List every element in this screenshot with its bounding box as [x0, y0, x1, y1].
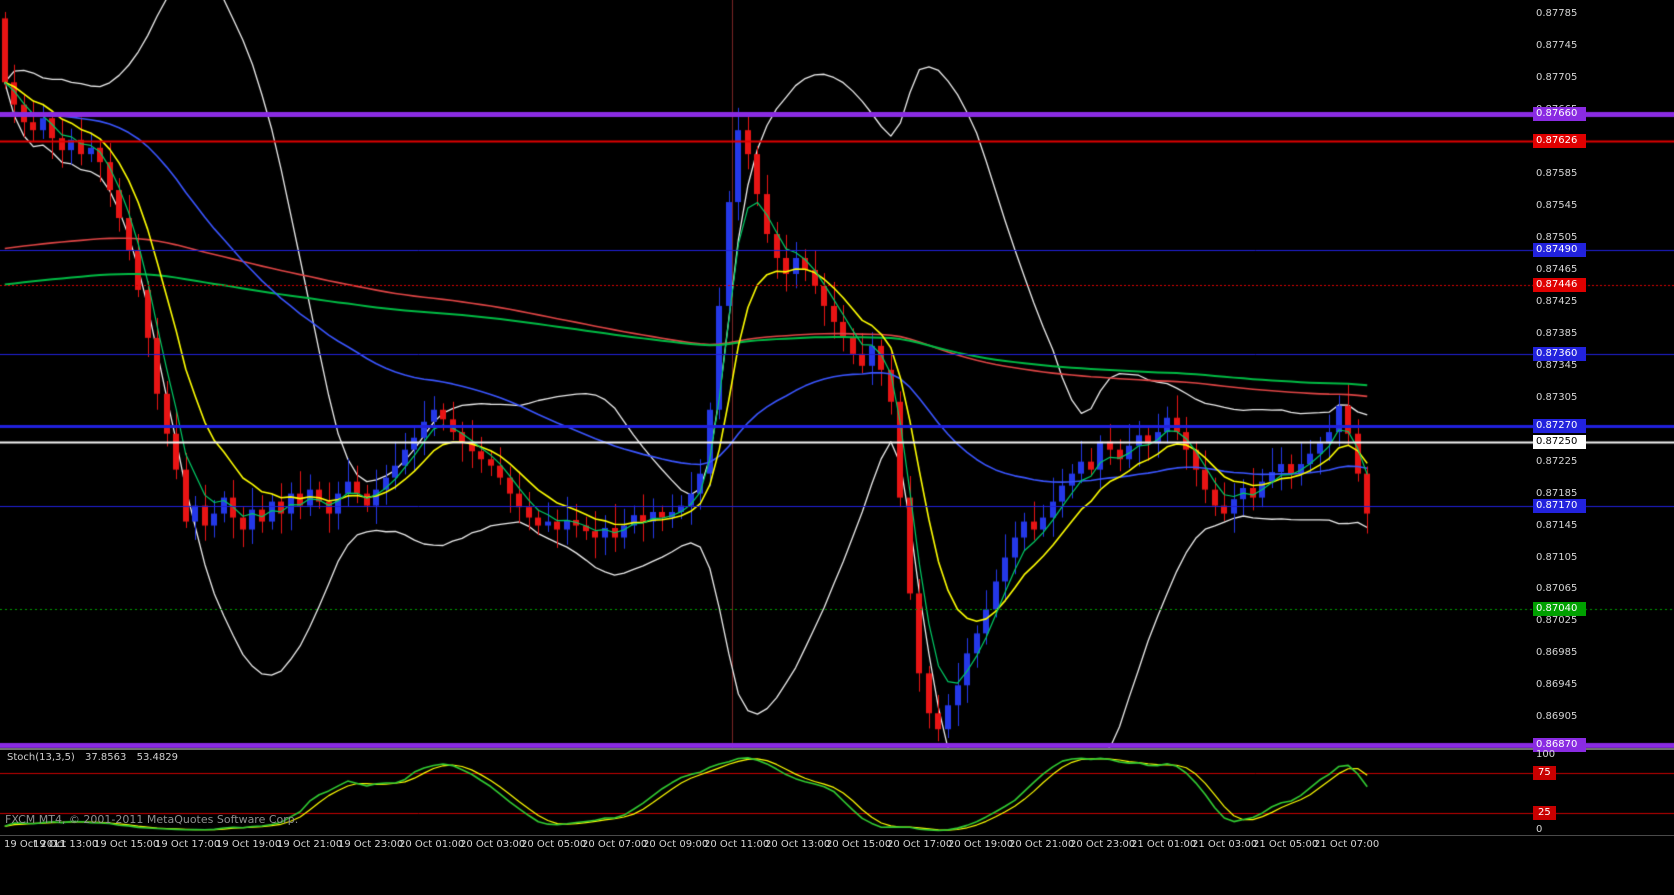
- panel-separator[interactable]: [0, 748, 1674, 750]
- price-tick-label: 0.87305: [1536, 392, 1577, 404]
- price-tag: 0.87270: [1533, 419, 1586, 433]
- price-tick-label: 0.87785: [1536, 8, 1577, 20]
- price-axis[interactable]: 0.877850.877450.877050.876650.876250.875…: [1532, 0, 1674, 750]
- time-axis-label: 19 Oct 15:00: [94, 839, 159, 850]
- time-axis-label: 20 Oct 05:00: [521, 839, 586, 850]
- price-tick-label: 0.87065: [1536, 583, 1577, 595]
- time-axis-label: 19 Oct 19:00: [216, 839, 281, 850]
- time-axis-label: 19 Oct 21:00: [277, 839, 342, 850]
- price-tick-label: 0.87385: [1536, 328, 1577, 340]
- price-tick-label: 0.87745: [1536, 40, 1577, 52]
- price-tag: 0.87040: [1533, 602, 1586, 616]
- stoch-scale-min-label: 0: [1536, 824, 1542, 835]
- copyright-watermark: FXCM MT4, © 2001-2011 MetaQuotes Softwar…: [5, 813, 298, 826]
- price-chart-canvas[interactable]: [0, 0, 1674, 750]
- mt4-chart-window: 0.877850.877450.877050.876650.876250.875…: [0, 0, 1674, 895]
- price-tag: 0.87446: [1533, 278, 1586, 292]
- time-axis-label: 20 Oct 11:00: [704, 839, 769, 850]
- price-tag: 0.87626: [1533, 134, 1586, 148]
- price-tick-label: 0.87585: [1536, 168, 1577, 180]
- time-axis-label: 21 Oct 05:00: [1253, 839, 1318, 850]
- time-axis[interactable]: 19 Oct 201119 Oct 13:0019 Oct 15:0019 Oc…: [0, 836, 1674, 860]
- price-tag: 0.87170: [1533, 499, 1586, 513]
- time-axis-label: 20 Oct 03:00: [460, 839, 525, 850]
- price-tick-label: 0.86985: [1536, 647, 1577, 659]
- time-axis-label: 19 Oct 13:00: [33, 839, 98, 850]
- time-axis-label: 20 Oct 13:00: [765, 839, 830, 850]
- time-axis-label: 20 Oct 23:00: [1070, 839, 1135, 850]
- price-tick-label: 0.87345: [1536, 360, 1577, 372]
- time-axis-label: 19 Oct 23:00: [338, 839, 403, 850]
- price-tick-label: 0.87425: [1536, 296, 1577, 308]
- price-tick-label: 0.87545: [1536, 200, 1577, 212]
- time-axis-label: 20 Oct 09:00: [643, 839, 708, 850]
- time-axis-label: 20 Oct 21:00: [1009, 839, 1074, 850]
- stoch-level-tag: 25: [1533, 806, 1556, 820]
- time-axis-label: 20 Oct 01:00: [399, 839, 464, 850]
- stoch-main-value: 37.8563: [85, 752, 126, 763]
- price-tag: 0.87490: [1533, 243, 1586, 257]
- price-tag: 0.87360: [1533, 347, 1586, 361]
- stoch-indicator-label: Stoch(13,3,5) 37.8563 53.4829: [7, 752, 178, 763]
- price-tick-label: 0.87105: [1536, 552, 1577, 564]
- time-axis-label: 19 Oct 17:00: [155, 839, 220, 850]
- price-tick-label: 0.87025: [1536, 615, 1577, 627]
- time-axis-label: 20 Oct 15:00: [826, 839, 891, 850]
- price-tick-label: 0.87705: [1536, 72, 1577, 84]
- time-axis-label: 20 Oct 17:00: [887, 839, 952, 850]
- stoch-signal-value: 53.4829: [137, 752, 178, 763]
- stoch-level-tag: 75: [1533, 766, 1556, 780]
- price-tick-label: 0.86905: [1536, 711, 1577, 723]
- price-tick-label: 0.87465: [1536, 264, 1577, 276]
- time-axis-label: 21 Oct 01:00: [1131, 839, 1196, 850]
- price-tag: 0.87660: [1533, 107, 1586, 121]
- stoch-indicator-name: Stoch(13,3,5): [7, 752, 75, 763]
- time-axis-label: 21 Oct 03:00: [1192, 839, 1257, 850]
- time-axis-label: 20 Oct 19:00: [948, 839, 1013, 850]
- price-tick-label: 0.87225: [1536, 456, 1577, 468]
- price-tag: 0.87250: [1533, 435, 1586, 449]
- stoch-scale-max-label: 100: [1536, 749, 1555, 760]
- price-tick-label: 0.87145: [1536, 520, 1577, 532]
- time-axis-label: 21 Oct 07:00: [1314, 839, 1379, 850]
- time-axis-label: 20 Oct 07:00: [582, 839, 647, 850]
- price-tick-label: 0.86945: [1536, 679, 1577, 691]
